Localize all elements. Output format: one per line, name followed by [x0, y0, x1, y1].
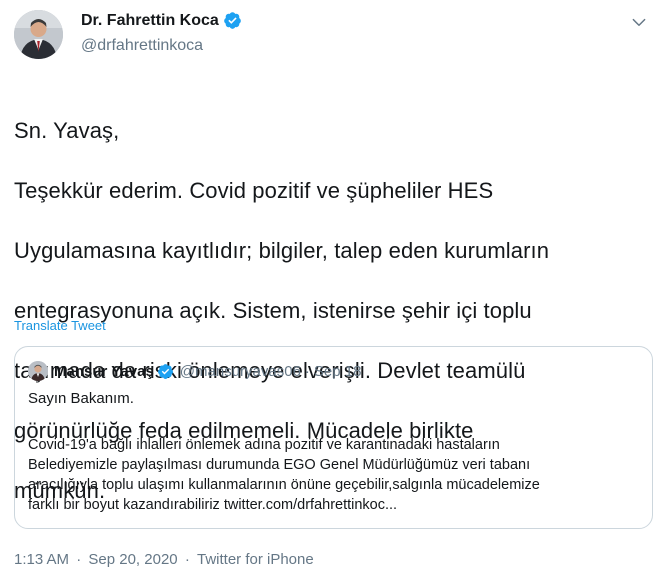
quoted-tweet-date: Sep 18	[313, 362, 362, 380]
quoted-tweet-line: Belediyemizle paylaşılması durumunda EGO…	[28, 457, 531, 473]
tweet-line: entegrasyonuna açık. Sistem, istenirse ş…	[14, 298, 532, 323]
verified-badge-icon	[223, 12, 241, 29]
chevron-down-icon[interactable]	[630, 13, 648, 31]
quoted-tweet-header: Mansur Yavaş @mansuryavas06 · Sep 18	[28, 361, 361, 381]
tweet-line: Uygulamasına kayıtlıdır; bilgiler, talep…	[14, 238, 550, 263]
author-handle[interactable]: @drfahrettinkoca	[81, 37, 203, 55]
quoted-tweet-line: Covid-19'a bağlı ihlalleri önlemek adına…	[28, 437, 500, 453]
separator-dot: ·	[76, 551, 82, 568]
tweet-line: Sn. Yavaş,	[14, 118, 120, 143]
quoted-author-handle: @mansuryavas06	[179, 362, 301, 380]
tweet-source[interactable]: Twitter for iPhone	[197, 551, 314, 568]
tweet-metadata: 1:13 AM · Sep 20, 2020 · Twitter for iPh…	[14, 551, 314, 568]
translate-tweet-link[interactable]: Translate Tweet	[14, 318, 106, 333]
quoted-author-name: Mansur Yavaş	[54, 362, 154, 380]
author-name-row: Dr. Fahrettin Koca	[81, 11, 242, 30]
author-name[interactable]: Dr. Fahrettin Koca	[81, 12, 219, 30]
separator-dot: ·	[304, 362, 310, 380]
tweet-header: Dr. Fahrettin Koca @drfahrettinkoca	[14, 10, 648, 62]
quoted-tweet-greeting: Sayın Bakanım.	[28, 390, 134, 407]
separator-dot: ·	[184, 551, 190, 568]
quoted-author-avatar	[28, 361, 48, 381]
verified-badge-icon	[157, 363, 173, 379]
tweet-line: Teşekkür ederim. Covid pozitif ve şüphel…	[14, 178, 494, 203]
author-avatar[interactable]	[14, 10, 63, 59]
quoted-tweet-line: farklı bir boyut kazandırabiliriz twitte…	[28, 497, 398, 513]
tweet-date[interactable]: Sep 20, 2020	[88, 551, 177, 568]
quoted-tweet-body: Covid-19'a bağlı ihlalleri önlemek adına…	[28, 435, 640, 515]
quoted-tweet[interactable]: Mansur Yavaş @mansuryavas06 · Sep 18 Say…	[14, 346, 653, 529]
quoted-tweet-line: aracılığıyla toplu ulaşımı kullanmaların…	[28, 477, 540, 493]
tweet-time[interactable]: 1:13 AM	[14, 551, 69, 568]
